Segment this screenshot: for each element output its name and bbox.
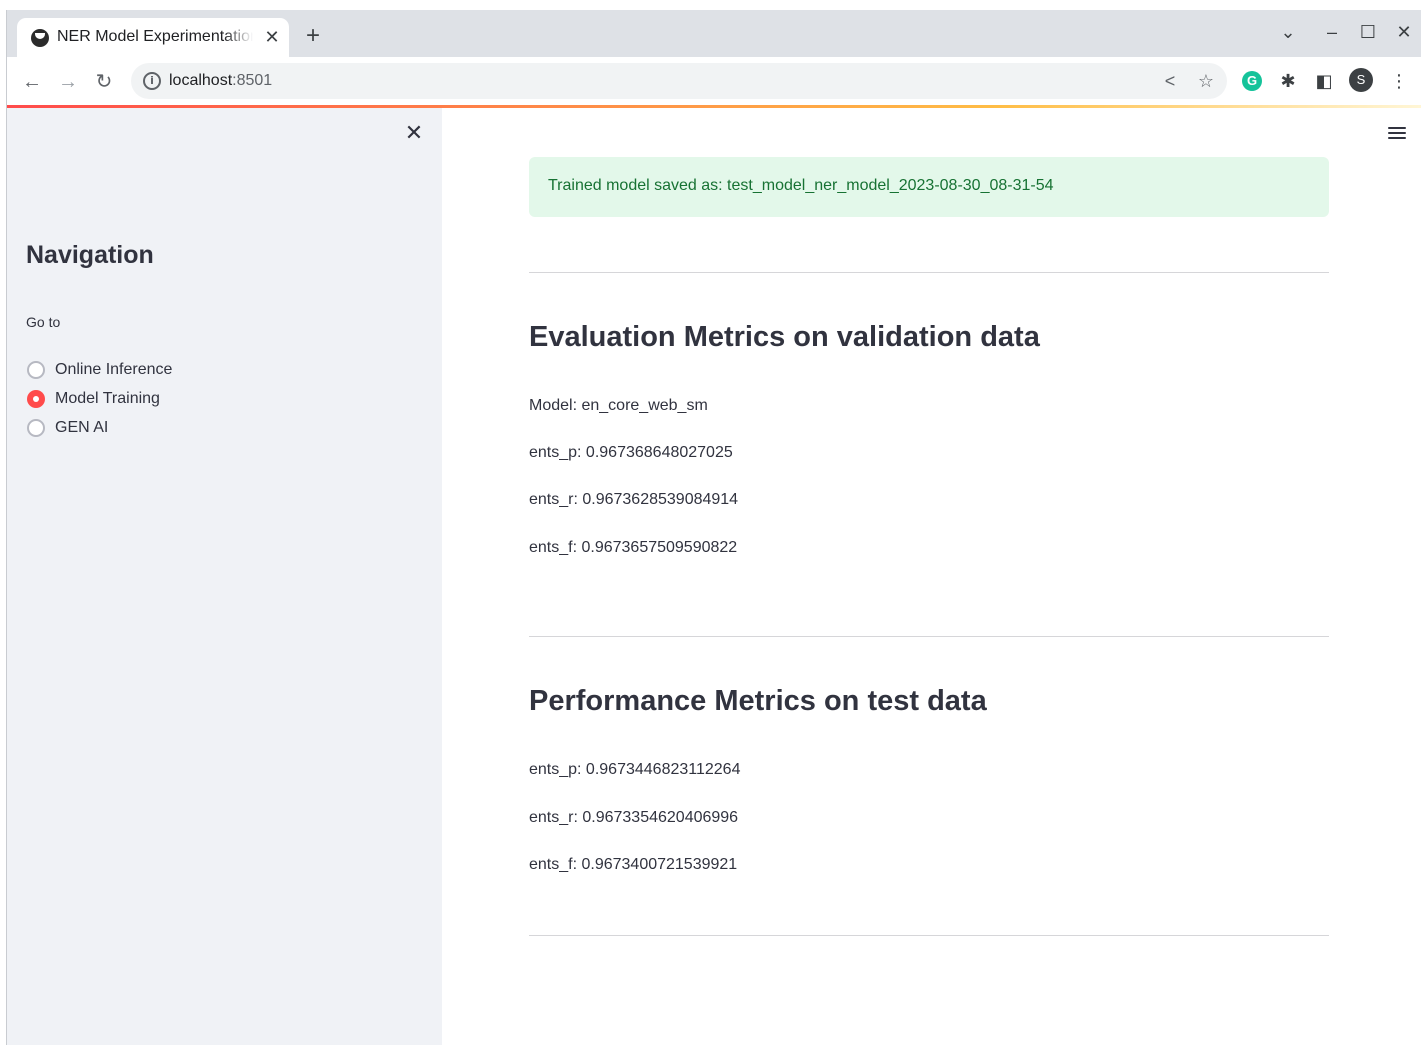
eval-ents-r-line: ents_r: 0.9673628539084914	[529, 491, 739, 508]
reload-icon[interactable]: ↻	[91, 69, 117, 95]
minimize-button[interactable]: –	[1320, 22, 1344, 43]
profile-avatar[interactable]: S	[1349, 68, 1373, 92]
tab-strip: NER Model Experimentation ✕ + ⌄ – ☐ ✕	[7, 10, 1421, 57]
success-alert-text: Trained model saved as: test_model_ner_m…	[548, 177, 1054, 194]
grammarly-extension-icon[interactable]: G	[1242, 71, 1262, 91]
divider	[529, 272, 1329, 273]
success-alert: Trained model saved as: test_model_ner_m…	[529, 157, 1329, 217]
extensions-puzzle-icon[interactable]: ✱	[1276, 69, 1300, 93]
radio-checked-icon[interactable]	[27, 390, 45, 408]
browser-menu-icon[interactable]: ⋮	[1387, 69, 1411, 93]
window-close-button[interactable]: ✕	[1392, 22, 1416, 43]
new-tab-button[interactable]: +	[300, 24, 326, 50]
sidebar: ✕ Navigation Go to Online Inference Mode…	[7, 108, 442, 1045]
performance-heading: Performance Metrics on test data	[529, 685, 987, 717]
side-panel-icon[interactable]: ◧	[1312, 69, 1336, 93]
tab-title: NER Model Experimentation	[57, 28, 253, 45]
perf-ents-f-line: ents_f: 0.9673400721539921	[529, 856, 738, 873]
url-text: localhost:8501	[169, 72, 272, 90]
maximize-button[interactable]: ☐	[1356, 22, 1380, 43]
site-info-icon[interactable]: i	[143, 72, 161, 90]
back-arrow-icon[interactable]: ←	[19, 69, 45, 95]
radio-unchecked-icon[interactable]	[27, 419, 45, 437]
sidebar-title: Navigation	[26, 241, 154, 269]
main-content: Trained model saved as: test_model_ner_m…	[442, 108, 1421, 1045]
radio-option-gen-ai[interactable]: GEN AI	[27, 416, 108, 440]
browser-toolbar: ← → ↻ i localhost:8501 < ☆ G ✱ ◧ S ⋮	[7, 57, 1421, 105]
url-port: :8501	[232, 72, 273, 89]
hamburger-menu-icon[interactable]	[1386, 124, 1408, 146]
url-host: localhost	[169, 72, 233, 89]
address-bar[interactable]: i localhost:8501 < ☆	[131, 63, 1227, 99]
eval-ents-f-line: ents_f: 0.9673657509590822	[529, 539, 738, 556]
radio-option-label: Model Training	[55, 390, 160, 407]
divider	[529, 636, 1329, 637]
radio-unchecked-icon[interactable]	[27, 361, 45, 379]
browser-window: NER Model Experimentation ✕ + ⌄ – ☐ ✕ ← …	[6, 10, 1421, 1045]
divider	[529, 935, 1329, 936]
tab-search-chevron-icon[interactable]: ⌄	[1276, 22, 1300, 43]
tab-close-icon[interactable]: ✕	[261, 26, 283, 48]
streamlit-favicon-icon	[31, 29, 49, 47]
sidebar-close-icon[interactable]: ✕	[403, 122, 425, 144]
perf-ents-p-line: ents_p: 0.9673446823112264	[529, 761, 741, 778]
evaluation-heading: Evaluation Metrics on validation data	[529, 321, 1040, 353]
browser-tab[interactable]: NER Model Experimentation ✕	[17, 18, 289, 57]
radio-group-label: Go to	[26, 314, 61, 330]
bookmark-star-icon[interactable]: ☆	[1194, 69, 1218, 93]
radio-option-online-inference[interactable]: Online Inference	[27, 358, 172, 382]
radio-option-label: GEN AI	[55, 419, 109, 436]
perf-ents-r-line: ents_r: 0.9673354620406996	[529, 809, 739, 826]
eval-ents-p-line: ents_p: 0.967368648027025	[529, 444, 733, 461]
forward-arrow-icon[interactable]: →	[55, 69, 81, 95]
eval-model-line: Model: en_core_web_sm	[529, 397, 708, 414]
radio-option-model-training[interactable]: Model Training	[27, 387, 160, 411]
share-icon[interactable]: <	[1158, 69, 1182, 93]
radio-option-label: Online Inference	[55, 361, 173, 378]
